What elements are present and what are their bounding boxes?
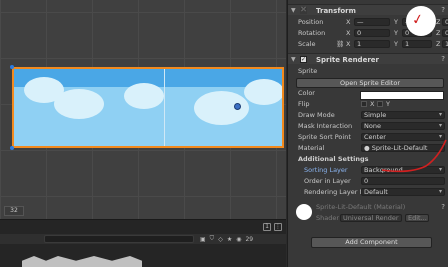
transform-title: Transform	[316, 7, 356, 15]
draw-mode-label: Draw Mode	[298, 111, 335, 119]
lock-icon[interactable]: 1	[263, 223, 271, 231]
help-icon[interactable]: ?	[441, 203, 445, 211]
chevron-down-icon[interactable]: ▼	[291, 7, 296, 14]
scale-x-axis: X	[346, 40, 351, 48]
pos-x-axis: X	[346, 18, 351, 26]
flip-y-toggle[interactable]	[377, 101, 383, 107]
additional-settings-foldout[interactable]: Additional Settings	[298, 155, 369, 163]
help-icon[interactable]: ?	[441, 55, 445, 63]
scale-label: Scale	[298, 40, 316, 48]
cloud	[124, 83, 164, 109]
cloud	[244, 79, 282, 105]
message-count: 29	[245, 235, 254, 243]
pos-z-axis: Z	[436, 18, 441, 26]
sprite-seam	[164, 69, 165, 146]
order-in-layer-label: Order in Layer	[304, 177, 351, 185]
background-sprite[interactable]	[12, 67, 284, 148]
rot-y-axis: Y	[394, 29, 398, 37]
transform-icon: ⤫	[300, 6, 307, 14]
chevron-down-icon: ▾	[438, 188, 442, 195]
enabled-checkbox[interactable]: ✓	[300, 56, 307, 63]
image-icon[interactable]: ▣	[200, 236, 206, 243]
console-panel: 1 ⋮ ▣ ⛉ ◇ ★ ◉ 29	[0, 219, 286, 267]
chevron-down-icon: ▾	[438, 122, 442, 129]
chevron-down-icon: ▾	[438, 111, 442, 118]
corner-handle[interactable]	[10, 65, 14, 69]
scale-y-axis: Y	[394, 40, 398, 48]
pivot-handle[interactable]	[234, 103, 241, 110]
sprite-label: Sprite	[298, 67, 318, 75]
link-icon[interactable]: ⛓	[336, 40, 344, 48]
sort-point-label: Sprite Sort Point	[298, 133, 351, 141]
add-component-button[interactable]: Add Component	[311, 237, 432, 248]
cloud	[54, 89, 104, 119]
flip-label: Flip	[298, 100, 310, 108]
pos-z-field[interactable]: 0	[442, 18, 448, 26]
mask-interaction-dropdown[interactable]: None ▾	[361, 122, 445, 130]
flip-x-label: X	[370, 100, 375, 108]
shader-dropdown[interactable]: Universal Render	[340, 214, 402, 222]
inspector-panel: ▼ ⤫ Transform ? Position X — Y — Z 0 Rot…	[287, 0, 448, 267]
console-filter-icons: ▣ ⛉ ◇ ★ ◉ 29	[200, 235, 253, 243]
color-swatch[interactable]	[360, 91, 444, 100]
draw-mode-value: Simple	[364, 111, 387, 119]
shader-label: Shader	[316, 214, 340, 222]
flip-x-toggle[interactable]	[361, 101, 367, 107]
flip-y-label: Y	[386, 100, 390, 108]
draw-mode-dropdown[interactable]: Simple ▾	[361, 111, 445, 119]
mask-interaction-value: None	[364, 122, 381, 130]
scale-z-field[interactable]: 1	[442, 40, 448, 48]
color-label: Color	[298, 89, 315, 97]
rendering-layer-dropdown[interactable]: Default ▾	[361, 188, 445, 196]
sorting-layer-label: Sorting Layer	[304, 166, 348, 174]
material-label: Material	[298, 144, 325, 152]
rotation-label: Rotation	[298, 29, 326, 37]
rendering-layer-label: Rendering Layer M	[304, 188, 366, 196]
help-icon[interactable]: ?	[441, 6, 445, 14]
sprite-renderer-title: Sprite Renderer	[316, 56, 379, 64]
rot-x-axis: X	[346, 29, 351, 37]
mask-interaction-label: Mask Interaction	[298, 122, 353, 130]
order-in-layer-field[interactable]: 0	[361, 177, 445, 185]
scale-z-axis: Z	[436, 40, 441, 48]
rendering-layer-value: Default	[364, 188, 388, 196]
chevron-down-icon[interactable]: ▼	[291, 56, 296, 63]
material-preview	[296, 204, 312, 220]
more-options-icon[interactable]: ⋮	[274, 223, 282, 231]
check-mark-icon: ✓	[410, 11, 426, 29]
asset-thumbnail-strip	[22, 256, 142, 267]
pos-x-field[interactable]: —	[354, 18, 390, 26]
scene-badge: 32	[4, 206, 24, 216]
edit-shader-button[interactable]: Edit...	[405, 214, 429, 222]
material-name: Sprite-Lit-Default (Material)	[316, 203, 406, 211]
open-sprite-editor-button[interactable]: Open Sprite Editor	[296, 78, 444, 88]
scale-y-field[interactable]: 1	[402, 40, 432, 48]
console-toolbar: 1 ⋮	[263, 223, 282, 231]
console-search-bar: ▣ ⛉ ◇ ★ ◉ 29	[0, 234, 286, 244]
rot-x-field[interactable]: 0	[354, 29, 390, 37]
filter-icon[interactable]: ⛉	[210, 235, 215, 243]
sprite-renderer-header[interactable]: ▼ ✓ Sprite Renderer ?	[288, 53, 448, 64]
star-icon[interactable]: ★	[227, 236, 232, 243]
pos-y-axis: Y	[394, 18, 398, 26]
console-search-input[interactable]	[44, 235, 194, 243]
rot-z-field[interactable]: 0	[442, 29, 448, 37]
tag-icon[interactable]: ◇	[218, 236, 223, 243]
position-label: Position	[298, 18, 324, 26]
rot-z-axis: Z	[436, 29, 441, 37]
visibility-icon[interactable]: ◉	[236, 236, 241, 243]
cloud	[194, 91, 249, 125]
annotation-stroke	[381, 139, 447, 173]
scale-x-field[interactable]: 1	[354, 40, 390, 48]
corner-handle[interactable]	[10, 146, 14, 150]
scene-view[interactable]: 32	[0, 0, 286, 219]
